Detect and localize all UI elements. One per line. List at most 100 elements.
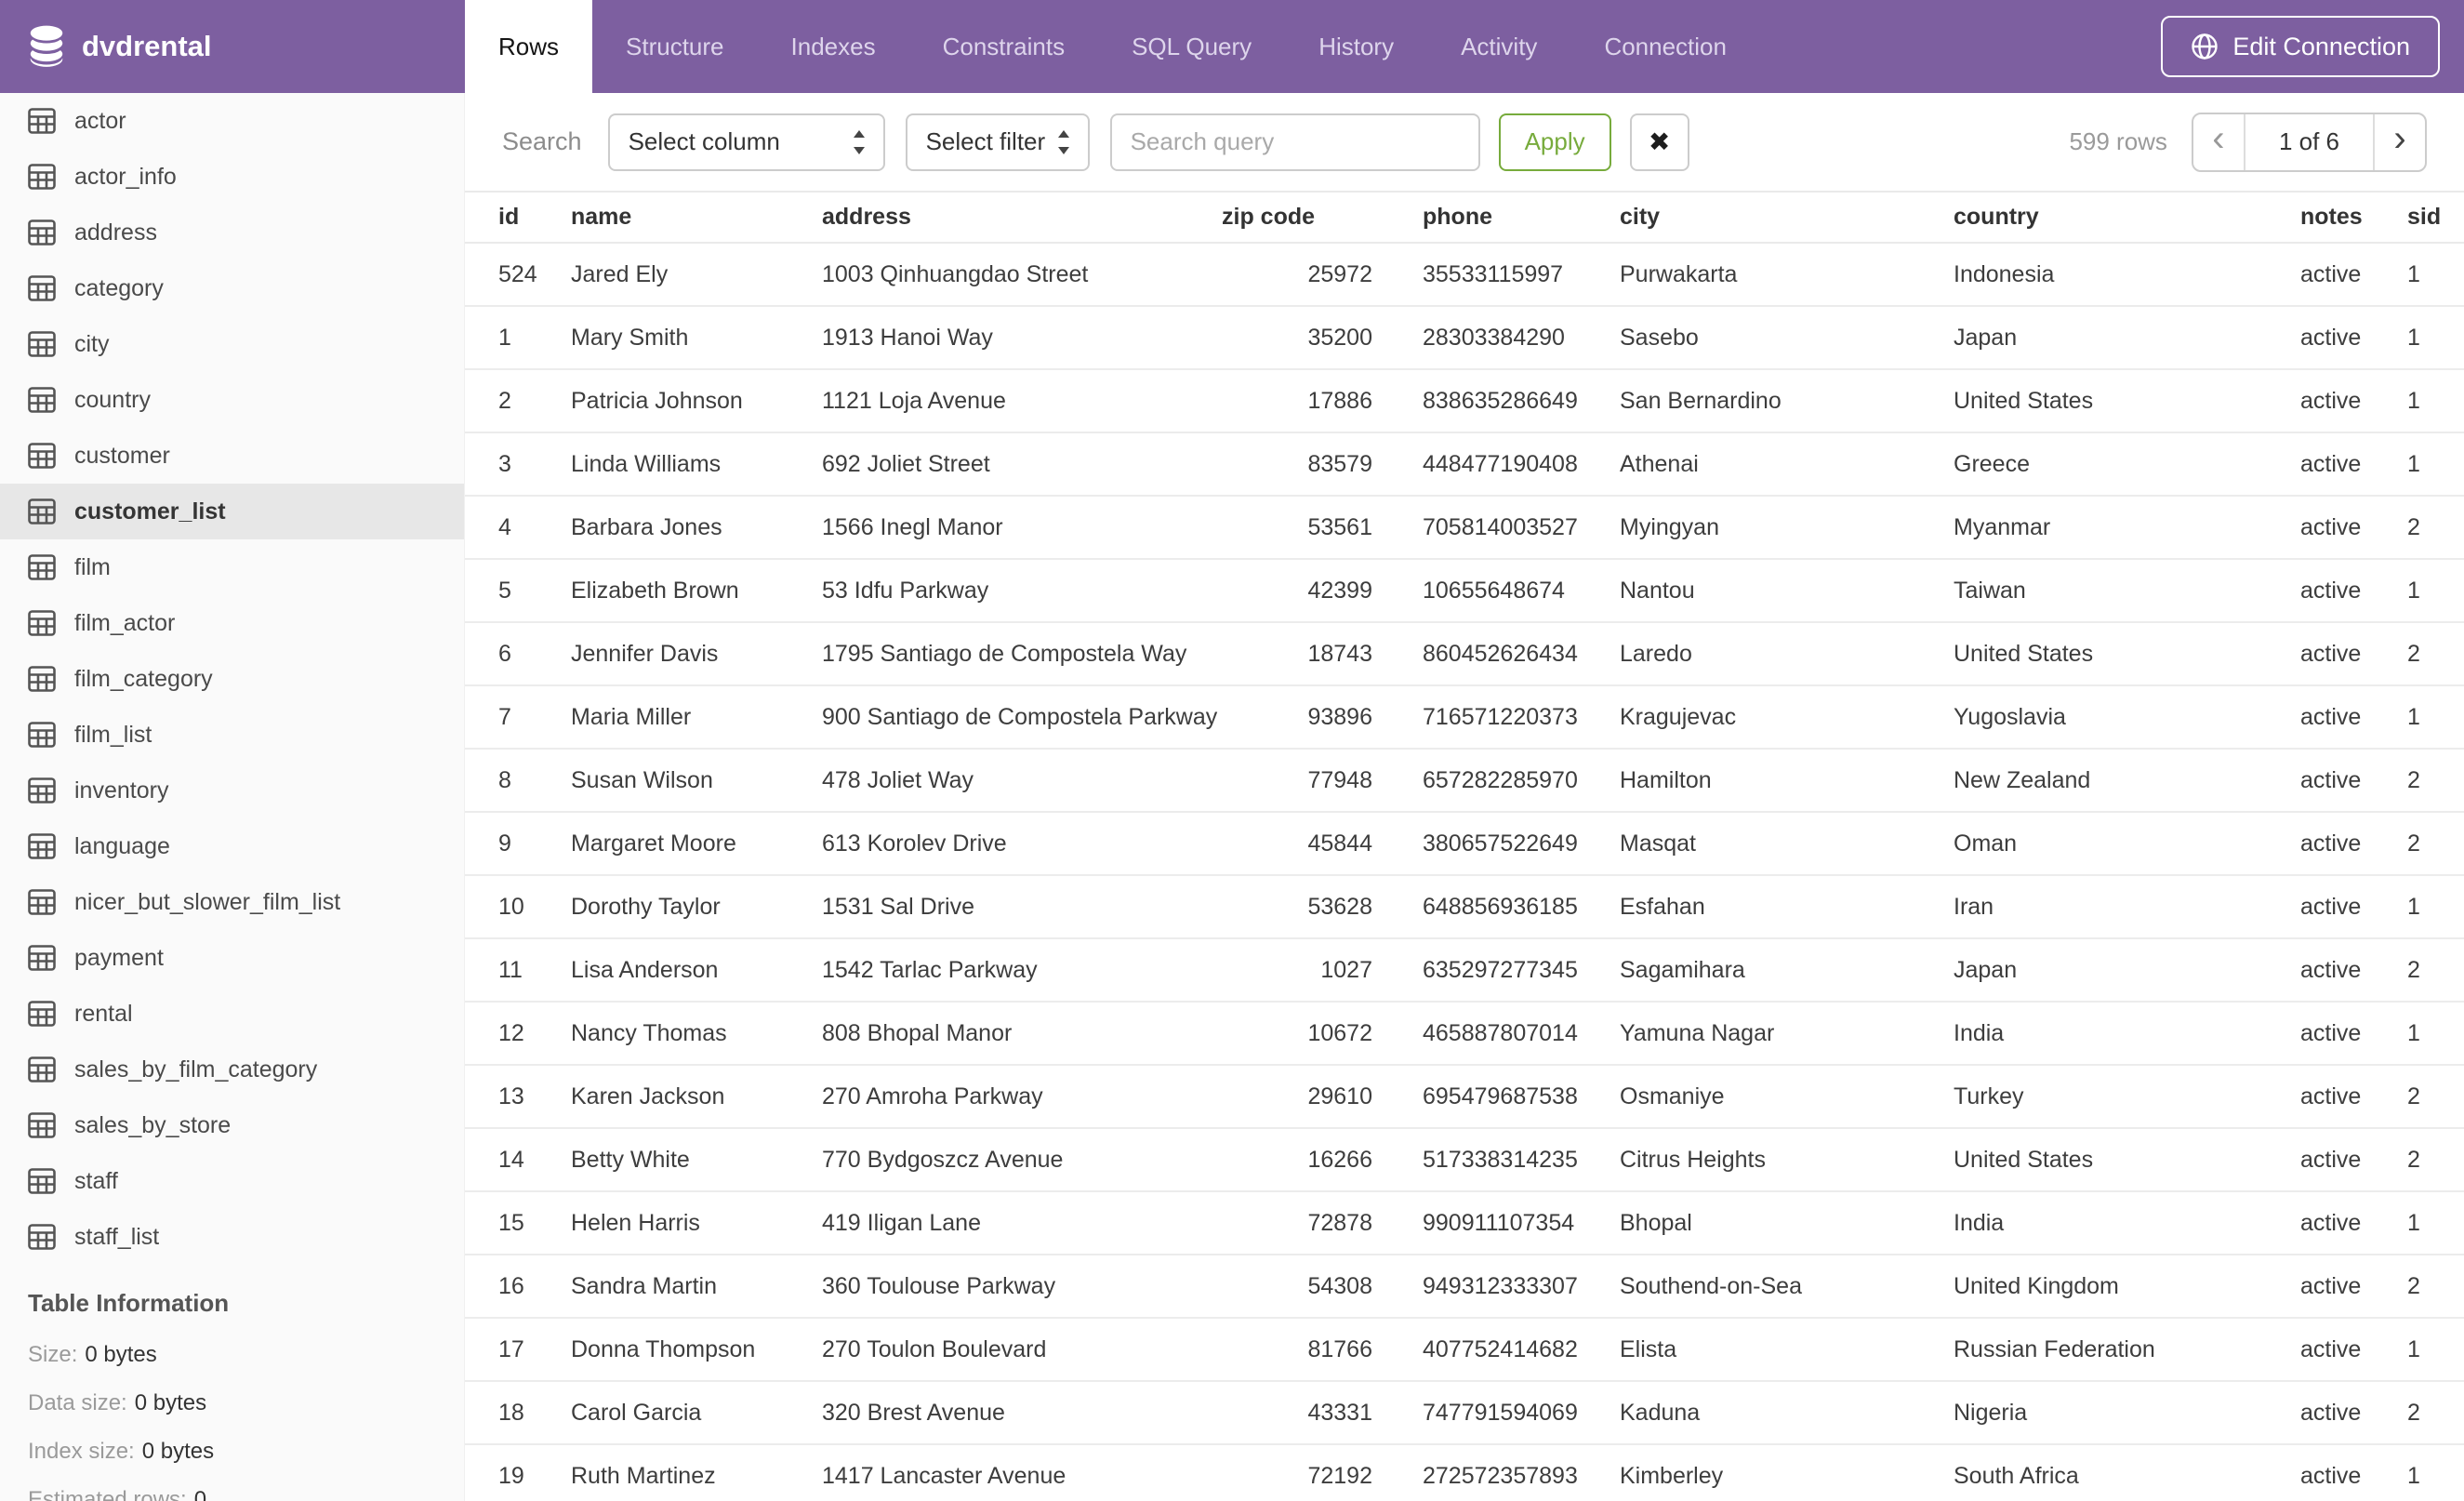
cell-address: 692 Joliet Street: [822, 433, 1222, 497]
table-row[interactable]: 18 Carol Garcia 320 Brest Avenue 43331 74779…: [465, 1382, 2464, 1445]
table-row[interactable]: 16 Sandra Martin 360 Toulouse Parkway 54308…: [465, 1255, 2464, 1319]
tab-rows[interactable]: Rows: [465, 0, 593, 93]
table-row[interactable]: 17 Donna Thompson 270 Toulon Boulevard 8176…: [465, 1319, 2464, 1382]
sidebar-item-sales_by_film_category[interactable]: sales_by_film_category: [0, 1042, 464, 1097]
cell-sid: 1: [2407, 433, 2464, 497]
table-row[interactable]: 5 Elizabeth Brown 53 Idfu Parkway 42399 1065…: [465, 560, 2464, 623]
cell-id: 18: [465, 1382, 571, 1445]
table-information-panel: Table Information Size: 0 bytes Data size:…: [0, 1289, 464, 1501]
cell-phone: 990911107354: [1372, 1192, 1620, 1255]
column-select[interactable]: Select column: [607, 113, 885, 171]
tab-activity[interactable]: Activity: [1427, 0, 1570, 93]
tab-constraints[interactable]: Constraints: [909, 0, 1099, 93]
info-line: Size: 0 bytes: [28, 1342, 464, 1368]
results-grid: id name address zip code phone city country not…: [465, 191, 2464, 1501]
table-row[interactable]: 7 Maria Miller 900 Santiago de Compostela …: [465, 686, 2464, 750]
sidebar-item-city[interactable]: city: [0, 316, 464, 372]
sidebar-item-nicer_but_slower_film_list[interactable]: nicer_but_slower_film_list: [0, 874, 464, 930]
table-row[interactable]: 11 Lisa Anderson 1542 Tarlac Parkway 1027 63…: [465, 939, 2464, 1003]
table-row[interactable]: 19 Ruth Martinez 1417 Lancaster Avenue 7219…: [465, 1445, 2464, 1501]
sidebar-item-staff_list[interactable]: staff_list: [0, 1209, 464, 1265]
sidebar-item-customer_list[interactable]: customer_list: [0, 484, 464, 539]
sidebar-item-film[interactable]: film: [0, 539, 464, 595]
cell-country: Greece: [1954, 433, 2300, 497]
table-row[interactable]: 2 Patricia Johnson 1121 Loja Avenue 17886 83…: [465, 370, 2464, 433]
column-header-phone[interactable]: phone: [1372, 191, 1620, 244]
sidebar-item-actor[interactable]: actor: [0, 93, 464, 149]
sidebar-item-country[interactable]: country: [0, 372, 464, 428]
table-row[interactable]: 1 Mary Smith 1913 Hanoi Way 35200 2830338429…: [465, 307, 2464, 370]
cell-zip-code: 42399: [1222, 560, 1372, 623]
sidebar-item-staff[interactable]: staff: [0, 1153, 464, 1209]
sidebar-item-language[interactable]: language: [0, 818, 464, 874]
search-query-input[interactable]: [1109, 113, 1480, 171]
table-row[interactable]: 9 Margaret Moore 613 Korolev Drive 45844 380…: [465, 813, 2464, 876]
cell-name: Ruth Martinez: [571, 1445, 822, 1501]
cell-phone: 35533115997: [1372, 244, 1620, 307]
tab-history[interactable]: History: [1285, 0, 1427, 93]
table-row[interactable]: 6 Jennifer Davis 1795 Santiago de Composte…: [465, 623, 2464, 686]
cell-city: Masqat: [1620, 813, 1954, 876]
sidebar-item-rental[interactable]: rental: [0, 986, 464, 1042]
tab-connection[interactable]: Connection: [1570, 0, 1760, 93]
tab-sql-query[interactable]: SQL Query: [1098, 0, 1285, 93]
table-row[interactable]: 10 Dorothy Taylor 1531 Sal Drive 53628 64885…: [465, 876, 2464, 939]
tab-structure[interactable]: Structure: [592, 0, 758, 93]
filter-select[interactable]: Select filter: [905, 113, 1090, 171]
cell-phone: 657282285970: [1372, 750, 1620, 813]
next-page-button[interactable]: ›: [2373, 113, 2425, 170]
clear-search-button[interactable]: ✖: [1629, 113, 1689, 171]
sidebar-item-payment[interactable]: payment: [0, 930, 464, 986]
sidebar-item-film_actor[interactable]: film_actor: [0, 595, 464, 651]
table-row[interactable]: 12 Nancy Thomas 808 Bhopal Manor 10672 46588…: [465, 1003, 2464, 1066]
info-label: Estimated rows:: [28, 1487, 187, 1501]
cell-sid: 1: [2407, 1003, 2464, 1066]
column-header-notes[interactable]: notes: [2300, 191, 2407, 244]
apply-button[interactable]: Apply: [1498, 113, 1611, 171]
cell-phone: 695479687538: [1372, 1066, 1620, 1129]
sidebar-item-address[interactable]: address: [0, 205, 464, 260]
sidebar-item-film_list[interactable]: film_list: [0, 707, 464, 763]
cell-notes: active: [2300, 1445, 2407, 1501]
sidebar-item-category[interactable]: category: [0, 260, 464, 316]
info-line: Index size: 0 bytes: [28, 1439, 464, 1465]
sidebar-item-customer[interactable]: customer: [0, 428, 464, 484]
cell-name: Karen Jackson: [571, 1066, 822, 1129]
cell-notes: active: [2300, 560, 2407, 623]
sidebar-item-label: sales_by_film_category: [74, 1056, 318, 1083]
cell-zip-code: 29610: [1222, 1066, 1372, 1129]
tab-indexes[interactable]: Indexes: [758, 0, 909, 93]
cell-sid: 1: [2407, 1445, 2464, 1501]
sidebar-item-actor_info[interactable]: actor_info: [0, 149, 464, 205]
table-row[interactable]: 4 Barbara Jones 1566 Inegl Manor 53561 70581…: [465, 497, 2464, 560]
table-row[interactable]: 14 Betty White 770 Bydgoszcz Avenue 16266 51…: [465, 1129, 2464, 1192]
table-row[interactable]: 15 Helen Harris 419 Iligan Lane 72878 990911…: [465, 1192, 2464, 1255]
cell-notes: active: [2300, 1382, 2407, 1445]
table-row[interactable]: 3 Linda Williams 692 Joliet Street 83579 448…: [465, 433, 2464, 497]
table-row[interactable]: 13 Karen Jackson 270 Amroha Parkway 29610 69…: [465, 1066, 2464, 1129]
sidebar-item-film_category[interactable]: film_category: [0, 651, 464, 707]
column-header-sid[interactable]: sid: [2407, 191, 2464, 244]
cell-city: Osmaniye: [1620, 1066, 1954, 1129]
table-icon: [28, 1112, 56, 1138]
select-arrows-icon: [1054, 126, 1073, 158]
cell-sid: 2: [2407, 1066, 2464, 1129]
column-header-id[interactable]: id: [465, 191, 571, 244]
cell-sid: 1: [2407, 244, 2464, 307]
cell-notes: active: [2300, 750, 2407, 813]
cell-zip-code: 93896: [1222, 686, 1372, 750]
column-header-zip-code[interactable]: zip code: [1222, 191, 1372, 244]
column-header-address[interactable]: address: [822, 191, 1222, 244]
column-header-country[interactable]: country: [1954, 191, 2300, 244]
sidebar-item-inventory[interactable]: inventory: [0, 763, 464, 818]
column-header-name[interactable]: name: [571, 191, 822, 244]
column-header-city[interactable]: city: [1620, 191, 1954, 244]
cell-zip-code: 35200: [1222, 307, 1372, 370]
table-row[interactable]: 8 Susan Wilson 478 Joliet Way 77948 65728228…: [465, 750, 2464, 813]
sidebar-item-sales_by_store[interactable]: sales_by_store: [0, 1097, 464, 1153]
previous-page-button[interactable]: ‹: [2193, 113, 2245, 170]
table-row[interactable]: 524 Jared Ely 1003 Qinhuangdao Street 25972…: [465, 244, 2464, 307]
cell-id: 524: [465, 244, 571, 307]
edit-connection-button[interactable]: Edit Connection: [2161, 16, 2440, 77]
cell-country: United States: [1954, 1129, 2300, 1192]
